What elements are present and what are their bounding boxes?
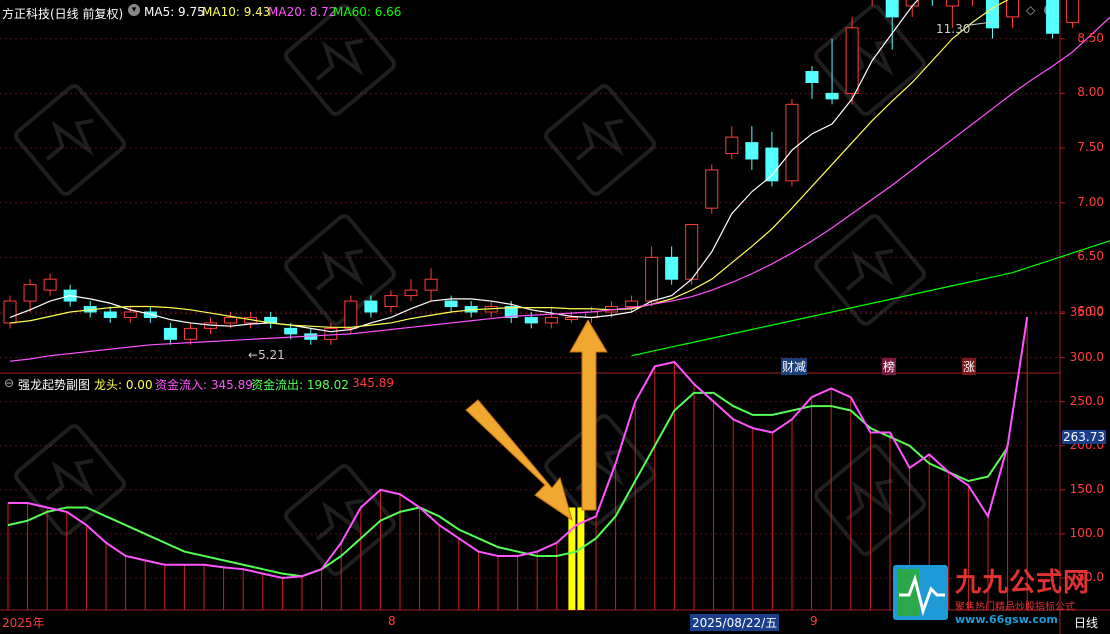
outflow-label: 资金流出: 198.02	[251, 378, 349, 392]
site-logo	[893, 565, 948, 620]
watermark-stamp	[284, 214, 396, 326]
month-8-label: 8	[388, 614, 396, 628]
candle-body	[123, 311, 137, 318]
candle-body	[103, 311, 117, 318]
watermark-wave	[315, 248, 364, 291]
candle-body	[805, 71, 819, 83]
candle-body	[224, 316, 238, 324]
watermark-wave	[845, 248, 894, 291]
watermark-wave	[315, 38, 364, 81]
candle-body	[183, 327, 197, 340]
watermark-url: www.66gsw.com	[955, 613, 1058, 626]
indicator-value: 345.89	[352, 376, 394, 390]
price-tick-label: 8.00	[1077, 85, 1104, 100]
watermark-box	[544, 84, 656, 196]
candle-body	[163, 327, 177, 340]
event-tag-zhang[interactable]: 涨	[962, 358, 977, 375]
event-tag-bang[interactable]: 榜	[882, 358, 897, 375]
candle-body	[1006, 0, 1019, 18]
watermark-box	[814, 4, 926, 116]
cursor-date-label: 2025/08/22/五	[690, 614, 780, 631]
ma20-line	[9, 16, 1110, 362]
candle-body	[685, 224, 699, 280]
watermark-stamp	[284, 4, 396, 116]
watermark-wave	[845, 38, 894, 81]
candle-body	[43, 278, 57, 291]
candle-body	[885, 0, 899, 18]
indicator-tick-label: 300.0	[1069, 349, 1104, 364]
watermark-stamp	[814, 214, 926, 326]
watermark-title: 九九公式网	[955, 568, 1091, 598]
period-label[interactable]: 日线	[1074, 614, 1098, 631]
candle-body	[524, 316, 538, 324]
candlestick-series	[3, 0, 1080, 345]
ma5-line	[9, 0, 919, 333]
collapse-icon: ⊖	[4, 376, 15, 390]
candle-body	[1046, 0, 1060, 34]
watermark-box	[284, 4, 396, 116]
watermark-box	[284, 214, 396, 326]
indicator-name[interactable]: 强龙起势副图	[18, 376, 90, 393]
price-tick-label: 6.50	[1077, 249, 1104, 264]
price-tick-label: 7.50	[1077, 140, 1104, 155]
candle-body	[1066, 0, 1080, 23]
candle-body	[364, 300, 378, 313]
candle-body	[645, 256, 659, 302]
candle-body	[384, 295, 398, 308]
candle-body	[725, 136, 739, 155]
watermark-stamp	[284, 464, 396, 576]
candle-body	[444, 300, 458, 308]
candle-body	[564, 316, 578, 320]
inflow-label: 资金流入: 345.89	[155, 378, 253, 392]
candle-body	[3, 300, 17, 324]
candle-body	[985, 0, 999, 29]
indicator-tick-label: 350.0	[1069, 305, 1104, 320]
ma10-line	[9, 0, 1009, 328]
price-tick-label: 8.50	[1077, 30, 1104, 45]
year-label: 2025年	[2, 616, 45, 630]
watermark-stamp	[14, 84, 126, 196]
watermark-layer	[14, 4, 926, 576]
candle-body	[785, 103, 799, 182]
candle-body	[625, 300, 639, 308]
indicator-tick-label: 100.0	[1069, 525, 1104, 540]
low-price-label: ←5.21	[248, 348, 285, 362]
candle-body	[544, 316, 558, 324]
watermark-box	[284, 464, 396, 576]
moving-average-lines	[9, 0, 1110, 362]
candle-body	[23, 284, 37, 302]
candle-body	[705, 169, 719, 209]
indicator-tick-label: 250.0	[1069, 393, 1104, 408]
candle-body	[945, 0, 959, 7]
candle-body	[665, 256, 679, 280]
candle-body	[745, 142, 759, 160]
candle-body	[344, 300, 358, 329]
chart-canvas[interactable]	[0, 0, 1110, 634]
candle-body	[845, 27, 859, 94]
watermark-subtitle: 聚焦热门精品炒股指标公式	[955, 602, 1075, 613]
diagonal-arrow-annotation	[465, 399, 573, 522]
watermark-box	[14, 84, 126, 196]
high-price-label: 11.30	[936, 22, 971, 36]
watermark-wave	[575, 118, 624, 161]
watermark-box	[814, 214, 926, 326]
candle-body	[324, 327, 338, 340]
indicator-tick-label: 150.0	[1069, 481, 1104, 496]
watermark-stamp	[814, 4, 926, 116]
candle-body	[825, 92, 839, 100]
watermark-wave	[45, 118, 94, 161]
candle-body	[404, 289, 418, 297]
month-9-label: 9	[810, 614, 818, 628]
candle-body	[284, 327, 298, 335]
longtou-label: 龙头: 0.00	[94, 378, 153, 392]
event-tag-caijian[interactable]: 财减	[781, 358, 808, 375]
current-indicator-value: 263.73	[1062, 430, 1106, 444]
watermark-wave	[45, 458, 94, 501]
watermark-stamp	[544, 84, 656, 196]
price-tick-label: 7.00	[1077, 194, 1104, 209]
indicator-series	[7, 316, 1029, 610]
candle-body	[424, 278, 438, 291]
